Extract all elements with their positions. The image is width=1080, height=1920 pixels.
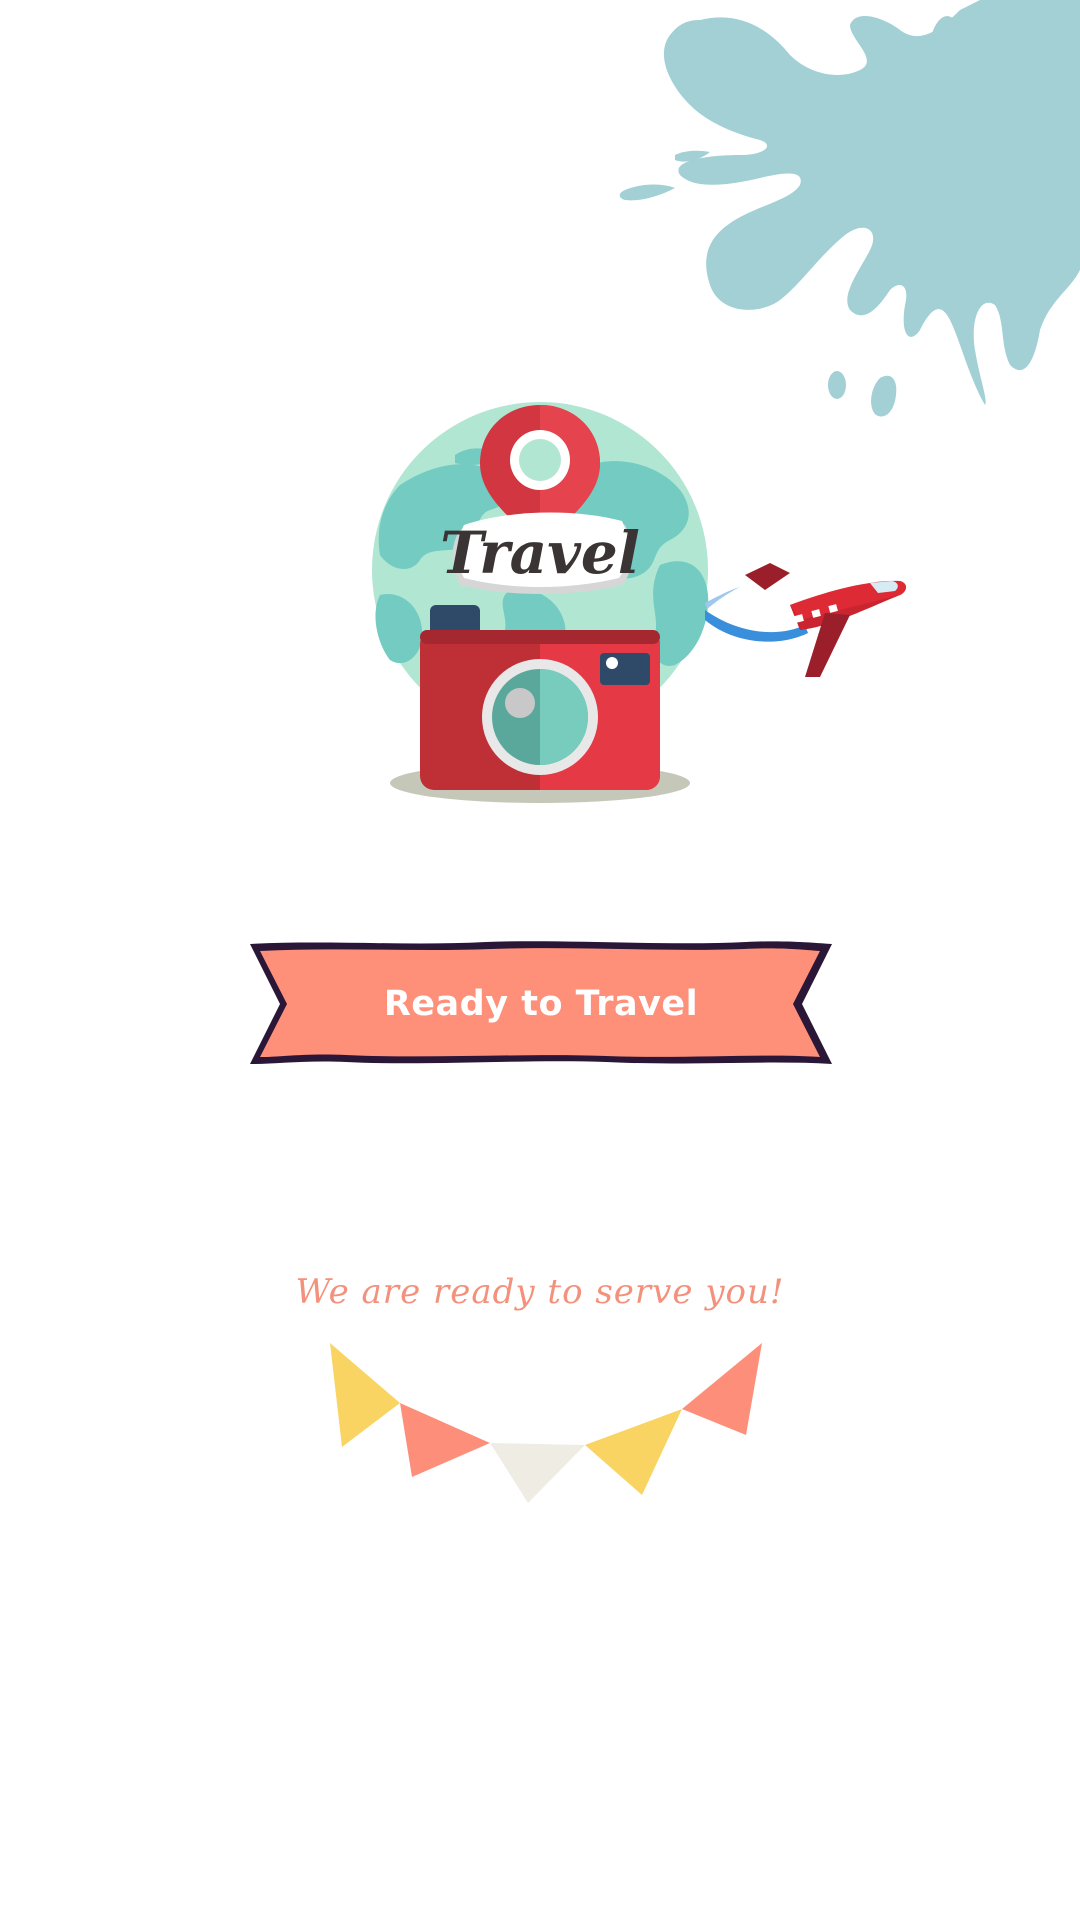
bunting-flags-decoration xyxy=(329,1343,762,1503)
splash-screen: Travel Ready to Travel We are ready to s… xyxy=(0,0,1080,1920)
travel-logo-badge: Travel xyxy=(440,512,640,594)
travel-illustration: Travel xyxy=(372,402,906,803)
tagline-text: We are ready to serve you! xyxy=(295,1272,785,1312)
airplane-icon xyxy=(705,563,906,677)
ready-to-travel-banner: Ready to Travel xyxy=(246,938,836,1070)
travel-badge-text: Travel xyxy=(440,519,640,587)
banner-label: Ready to Travel xyxy=(383,984,699,1024)
camera-icon xyxy=(420,605,660,790)
paint-splash-decoration xyxy=(619,0,1080,417)
